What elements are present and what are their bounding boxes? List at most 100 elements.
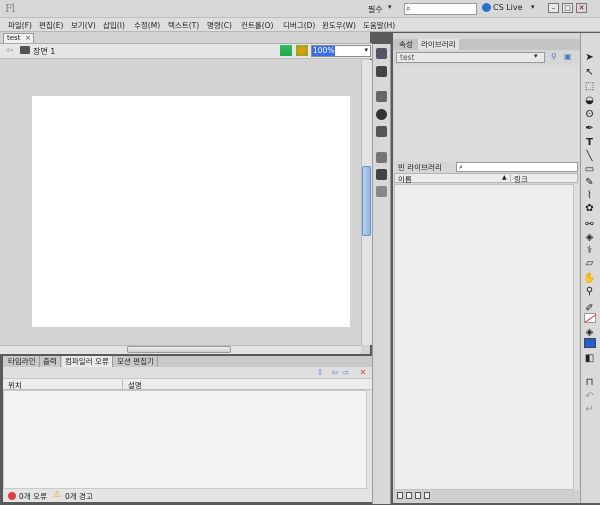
tab-timeline[interactable]: 타임라인 (5, 356, 40, 367)
column-divider[interactable] (122, 379, 123, 390)
new-folder-icon[interactable] (406, 492, 412, 499)
workspace-switcher[interactable]: 필수 (368, 4, 383, 15)
menu-debug[interactable]: 디버그(D) (283, 20, 315, 31)
swatches-icon[interactable] (376, 66, 387, 77)
menu-view[interactable]: 보기(V) (71, 20, 96, 31)
motion-presets-icon[interactable] (376, 48, 387, 59)
sort-arrow-icon[interactable]: ▲ (502, 174, 507, 181)
library-footer (394, 490, 579, 502)
subselection-tool-icon[interactable]: ↖ (583, 66, 596, 79)
chevron-down-icon[interactable]: ▾ (534, 52, 538, 60)
rectangle-tool-icon[interactable]: ▭ (583, 163, 596, 176)
menu-edit[interactable]: 편집(E) (39, 20, 63, 31)
fill-color-swatch[interactable] (584, 338, 596, 348)
library-item-list[interactable] (394, 184, 574, 490)
previous-error-icon[interactable]: ⇦ (330, 368, 340, 377)
line-tool-icon[interactable]: ╲ (583, 150, 596, 163)
selection-tool-icon[interactable]: ➤ (583, 51, 596, 64)
properties-icon[interactable] (415, 492, 421, 499)
cs-live-icon (482, 3, 491, 12)
tab-properties[interactable]: 속성 (396, 39, 416, 50)
document-tab[interactable]: test × (3, 33, 34, 43)
hand-tool-icon[interactable]: ✋ (583, 272, 596, 285)
back-arrow-icon[interactable]: ⇦ (6, 46, 14, 56)
library-search-input[interactable]: ⌕ (456, 162, 578, 172)
snap-to-objects-icon[interactable]: ⊓ (583, 376, 596, 389)
new-library-panel-icon[interactable]: ▣ (564, 52, 572, 61)
free-transform-tool-icon[interactable]: ⬚ (583, 80, 596, 93)
bone-tool-icon[interactable]: ⚯ (583, 218, 596, 231)
eraser-tool-icon[interactable]: ▱ (583, 257, 596, 270)
pencil-tool-icon[interactable]: ✎ (583, 176, 596, 189)
menu-insert[interactable]: 삽입(I) (103, 20, 125, 31)
pin-library-icon[interactable]: ⚲ (551, 52, 557, 61)
warning-count: 0개 경고 (65, 492, 93, 501)
tab-compiler-errors[interactable]: 컴파일러 오류 (62, 356, 113, 367)
brush-tool-icon[interactable]: ⌇ (583, 189, 596, 202)
menu-modify[interactable]: 수정(M) (134, 20, 160, 31)
horizontal-scroll-thumb[interactable] (127, 346, 231, 353)
menu-bar: 파일(F) 편집(E) 보기(V) 삽입(I) 수정(M) 텍스트(T) 명령(… (0, 18, 600, 32)
stage-canvas[interactable] (32, 96, 350, 327)
maximize-button[interactable]: □ (562, 3, 573, 13)
3d-rotation-tool-icon[interactable]: ◒ (583, 94, 596, 107)
chevron-down-icon[interactable]: ▾ (388, 3, 392, 11)
tab-output[interactable]: 출력 (40, 356, 61, 367)
lasso-tool-icon[interactable]: ʘ (583, 108, 596, 121)
cs-live-label: CS Live (493, 3, 523, 12)
minimize-button[interactable]: – (548, 3, 559, 13)
straighten-icon[interactable]: ↵ (583, 403, 596, 416)
search-icon: ⌕ (406, 4, 411, 13)
stroke-color-swatch[interactable] (584, 313, 596, 323)
align-icon[interactable] (376, 91, 387, 102)
document-tab-label: test (7, 34, 21, 42)
black-white-icon[interactable]: ◧ (583, 352, 596, 365)
scene-label: 장면 1 (33, 47, 56, 56)
menu-help[interactable]: 도움말(H) (363, 20, 395, 31)
tab-motion-editor[interactable]: 모션 편집기 (114, 356, 158, 367)
help-search-input[interactable]: ⌕ (404, 3, 477, 15)
go-to-source-icon[interactable]: ⇧ (315, 368, 325, 377)
edit-scene-icon[interactable] (280, 45, 292, 56)
close-icon[interactable]: × (25, 34, 31, 43)
error-list[interactable] (3, 390, 367, 489)
column-divider[interactable] (510, 173, 511, 183)
chevron-down-icon[interactable]: ▾ (531, 3, 535, 11)
color-icon[interactable] (376, 186, 387, 197)
menu-window[interactable]: 윈도우(W) (322, 20, 356, 31)
vertical-scroll-thumb[interactable] (362, 166, 371, 236)
cs-live-button[interactable]: CS Live (482, 3, 523, 12)
next-error-icon[interactable]: ⇨ (341, 368, 351, 377)
transform-icon[interactable] (376, 126, 387, 137)
menu-commands[interactable]: 명령(C) (207, 20, 232, 31)
new-symbol-icon[interactable] (397, 492, 403, 499)
zoom-value: 100% (312, 46, 336, 56)
tab-library[interactable]: 라이브러리 (418, 39, 459, 50)
paint-bucket-tool-icon[interactable]: ◈ (583, 231, 596, 244)
zoom-tool-icon[interactable]: ⚲ (583, 285, 596, 298)
menu-file[interactable]: 파일(F) (8, 20, 32, 31)
library-list-scrollbar[interactable] (574, 184, 579, 490)
eyedropper-tool-icon[interactable]: ⚕ (583, 244, 596, 257)
close-button[interactable]: ✕ (576, 3, 587, 13)
menu-control[interactable]: 컨트롤(O) (241, 20, 273, 31)
pen-tool-icon[interactable]: ✒ (583, 122, 596, 135)
clear-icon[interactable]: ✕ (358, 368, 368, 377)
text-tool-icon[interactable]: T (583, 136, 596, 149)
error-table-header (3, 379, 372, 390)
library-document-select[interactable]: test (396, 52, 545, 63)
smooth-icon[interactable]: ↶ (583, 390, 596, 403)
components-icon[interactable] (376, 152, 387, 163)
info-icon[interactable] (376, 109, 387, 120)
menu-text[interactable]: 텍스트(T) (168, 20, 199, 31)
library-table-header (394, 173, 578, 183)
chevron-down-icon: ▾ (364, 46, 368, 54)
error-icon (8, 492, 16, 500)
code-snippets-icon[interactable] (376, 169, 387, 180)
zoom-select[interactable]: 100% ▾ (311, 45, 371, 57)
library-empty-label: 빈 라이브러리 (398, 163, 442, 172)
edit-symbols-icon[interactable] (296, 45, 308, 56)
deco-tool-icon[interactable]: ✿ (583, 202, 596, 215)
app-logo: Fl (5, 2, 15, 15)
delete-icon[interactable] (424, 492, 430, 499)
